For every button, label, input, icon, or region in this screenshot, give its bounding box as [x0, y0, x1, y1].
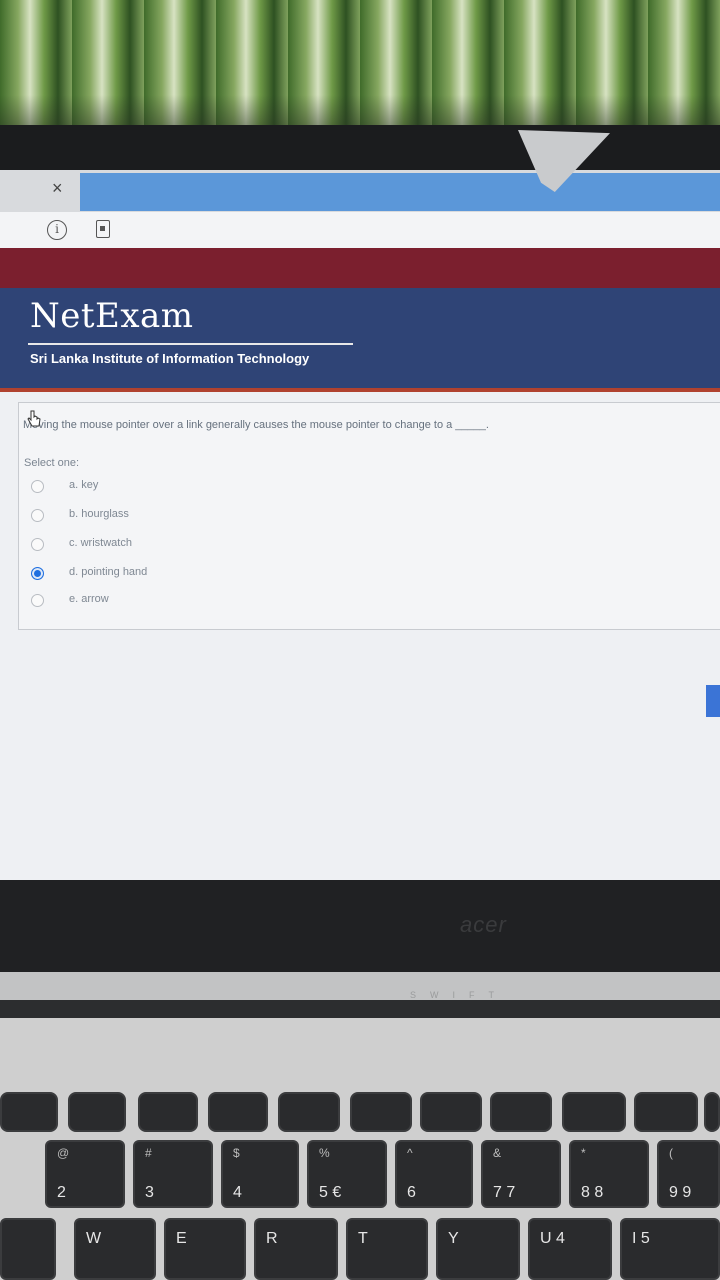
key-4-shift: $: [233, 1146, 240, 1160]
option-a[interactable]: a. key: [31, 477, 331, 497]
key-7[interactable]: & 7 7: [481, 1140, 561, 1208]
option-b-label[interactable]: b. hourglass: [69, 508, 129, 520]
option-c[interactable]: c. wristwatch: [31, 535, 331, 555]
option-e-radio[interactable]: [31, 594, 44, 607]
function-key[interactable]: [562, 1092, 626, 1132]
key-5-shift: %: [319, 1146, 330, 1160]
key-6[interactable]: ^ 6: [395, 1140, 473, 1208]
close-tab-icon[interactable]: ×: [52, 178, 63, 199]
hinge-label: SWIFT: [410, 990, 508, 1000]
key-u[interactable]: U 4: [528, 1218, 612, 1280]
laptop-hinge: [0, 972, 720, 1002]
key-r[interactable]: R: [254, 1218, 338, 1280]
function-key[interactable]: [138, 1092, 198, 1132]
header-divider: [0, 388, 720, 392]
key-3-shift: #: [145, 1146, 152, 1160]
logo-divider: [28, 343, 353, 345]
option-c-radio[interactable]: [31, 538, 44, 551]
key-3[interactable]: # 3: [133, 1140, 213, 1208]
function-key[interactable]: [420, 1092, 482, 1132]
key-3-label: 3: [145, 1184, 154, 1201]
laptop-screen: × i NetExam Sri Lanka Institute of Infor…: [0, 170, 720, 885]
question-panel: Moving the mouse pointer over a link gen…: [18, 402, 720, 630]
function-key[interactable]: [704, 1092, 720, 1132]
option-e[interactable]: e. arrow: [31, 591, 331, 611]
key-8-label: 8 8: [581, 1184, 604, 1201]
option-d[interactable]: d. pointing hand: [31, 564, 331, 584]
function-key[interactable]: [208, 1092, 268, 1132]
side-navigation-tab[interactable]: [706, 685, 720, 717]
key-4[interactable]: $ 4: [221, 1140, 299, 1208]
key-8-shift: *: [581, 1146, 586, 1160]
option-e-label[interactable]: e. arrow: [69, 593, 109, 605]
key-9[interactable]: ( 9 9: [657, 1140, 720, 1208]
key-2-shift: @: [57, 1146, 70, 1160]
key-y-label: Y: [448, 1230, 459, 1247]
key-y[interactable]: Y: [436, 1218, 520, 1280]
key-6-label: 6: [407, 1184, 416, 1201]
key-q[interactable]: [0, 1218, 56, 1280]
key-w-label: W: [86, 1230, 102, 1247]
page-icon[interactable]: [96, 220, 110, 238]
key-2[interactable]: @ 2: [45, 1140, 125, 1208]
browser-tab-bar: ×: [0, 170, 720, 212]
option-b[interactable]: b. hourglass: [31, 506, 331, 526]
key-2-label: 2: [57, 1184, 66, 1201]
function-key[interactable]: [0, 1092, 58, 1132]
institution-name: Sri Lanka Institute of Information Techn…: [30, 351, 310, 366]
info-icon[interactable]: i: [47, 220, 67, 240]
key-6-shift: ^: [407, 1146, 413, 1160]
function-key[interactable]: [68, 1092, 126, 1132]
key-i[interactable]: I 5: [620, 1218, 720, 1280]
key-t[interactable]: T: [346, 1218, 428, 1280]
key-e[interactable]: E: [164, 1218, 246, 1280]
key-8[interactable]: * 8 8: [569, 1140, 649, 1208]
option-c-label[interactable]: c. wristwatch: [69, 537, 132, 549]
hand-cursor-icon: [27, 410, 41, 427]
key-4-label: 4: [233, 1184, 242, 1201]
key-7-shift: &: [493, 1146, 502, 1160]
function-key[interactable]: [278, 1092, 340, 1132]
option-d-label[interactable]: d. pointing hand: [69, 566, 147, 578]
top-accent-bar: [0, 248, 720, 290]
key-e-label: E: [176, 1230, 187, 1247]
select-one-label: Select one:: [24, 457, 80, 469]
question-text: Moving the mouse pointer over a link gen…: [23, 419, 489, 431]
site-header: NetExam Sri Lanka Institute of Informati…: [0, 288, 720, 388]
function-key[interactable]: [490, 1092, 552, 1132]
key-i-label: I 5: [632, 1230, 650, 1247]
key-7-label: 7 7: [493, 1184, 516, 1201]
key-u-label: U 4: [540, 1230, 565, 1247]
key-9-label: 9 9: [669, 1184, 692, 1201]
key-5-label: 5 €: [319, 1184, 342, 1201]
laptop-bottom-bezel: [0, 880, 720, 972]
option-a-radio[interactable]: [31, 480, 44, 493]
keyboard-deck-edge: [0, 1000, 720, 1020]
key-r-label: R: [266, 1230, 278, 1247]
key-5[interactable]: % 5 €: [307, 1140, 387, 1208]
browser-tab-active[interactable]: [80, 173, 720, 211]
option-b-radio[interactable]: [31, 509, 44, 522]
function-key[interactable]: [634, 1092, 698, 1132]
key-t-label: T: [358, 1230, 368, 1247]
key-w[interactable]: W: [74, 1218, 156, 1280]
laptop-brand-logo: acer: [460, 912, 507, 937]
option-d-radio[interactable]: [31, 567, 44, 580]
option-a-label[interactable]: a. key: [69, 479, 98, 491]
key-9-shift: (: [669, 1146, 673, 1160]
function-key[interactable]: [350, 1092, 412, 1132]
site-logo[interactable]: NetExam: [30, 296, 194, 336]
